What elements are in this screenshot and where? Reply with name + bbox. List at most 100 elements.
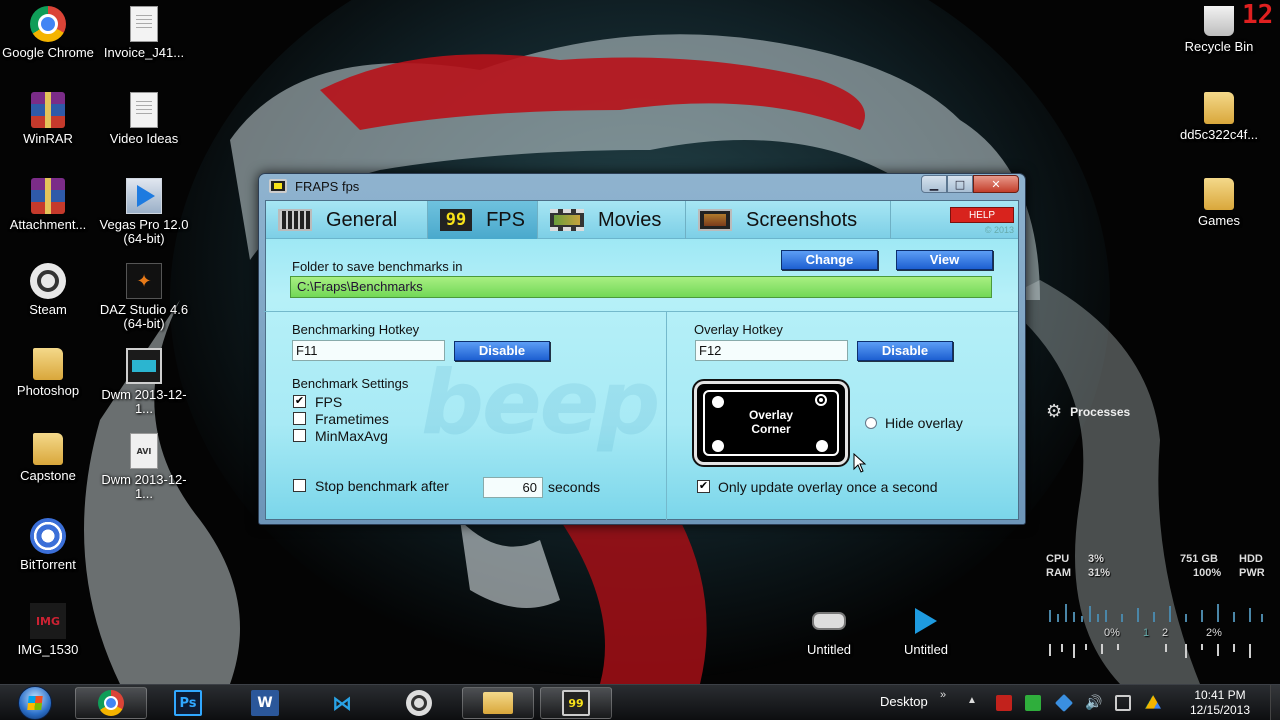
desktop-icon-dwm-1[interactable]: Dwm 2013-12-1... — [96, 348, 192, 416]
hide-overlay-radio[interactable] — [865, 417, 877, 429]
taskbar-photoshop[interactable]: Ps — [152, 687, 224, 719]
clock-time: 10:41 PM — [1194, 688, 1246, 702]
daz-icon: ✦ — [126, 263, 162, 299]
red-tray-icon[interactable] — [996, 695, 1012, 711]
update-overlay-checkbox[interactable]: ✔ — [697, 480, 710, 493]
network-icon[interactable] — [1115, 695, 1131, 711]
desktop-icon-games[interactable]: Games — [1171, 178, 1267, 228]
desktop-icon-label: Untitled — [903, 642, 949, 657]
stop-benchmark-seconds-field[interactable]: 60 — [483, 477, 543, 498]
cpu-label: CPU — [1046, 553, 1070, 565]
overlay-corner-bottom-right[interactable] — [816, 440, 828, 452]
desktop-icon-bittorrent[interactable]: BitTorrent — [0, 518, 96, 572]
desktop-icon-label: DAZ Studio 4.6 (64-bit) — [99, 302, 189, 331]
google-drive-icon[interactable] — [1145, 695, 1161, 709]
desktop-icon-vegas-pro[interactable]: Vegas Pro 12.0 (64-bit) — [96, 178, 192, 246]
desktop-icon-dwm-2[interactable]: AVI Dwm 2013-12-1... — [96, 433, 192, 501]
minmaxavg-checkbox[interactable] — [293, 429, 306, 442]
desktop-icon-untitled-1[interactable]: Untitled — [781, 603, 877, 657]
taskbar-explorer[interactable] — [462, 687, 534, 719]
ram-value: 31% — [1088, 567, 1111, 579]
show-desktop-button[interactable] — [1270, 685, 1280, 720]
video-icon — [126, 348, 162, 384]
overlay-hotkey-label: Overlay Hotkey — [694, 322, 783, 337]
desktop-icon-steam[interactable]: Steam — [0, 263, 96, 317]
dropbox-icon[interactable] — [1054, 693, 1074, 713]
document-icon — [130, 92, 158, 128]
volume-icon[interactable]: 🔊 — [1085, 695, 1102, 711]
green-tray-icon[interactable] — [1025, 695, 1041, 711]
processes-label: Processes — [1070, 404, 1131, 419]
desktop-icon-label: Dwm 2013-12-1... — [101, 472, 187, 501]
gear-icon: ⚙ — [1046, 401, 1063, 422]
desktop-icon-google-chrome[interactable]: Google Chrome — [0, 6, 96, 60]
chevron-icon[interactable]: » — [940, 689, 946, 701]
frametimes-checkbox[interactable] — [293, 412, 306, 425]
benchmark-hotkey-field[interactable]: F11 — [292, 340, 445, 361]
help-button[interactable]: HELP — [950, 207, 1014, 223]
desktop-toolbar-label[interactable]: Desktop — [880, 694, 928, 709]
fps-checkbox[interactable]: ✔ — [293, 395, 306, 408]
steam-icon — [406, 690, 432, 716]
untitled-icon — [811, 603, 847, 639]
desktop-icon-capstone[interactable]: Capstone — [0, 433, 96, 483]
desktop-icon-winrar[interactable]: WinRAR — [0, 92, 96, 146]
overlay-hotkey-field[interactable]: F12 — [695, 340, 848, 361]
desktop-icon-invoice[interactable]: Invoice_J41... — [96, 6, 192, 60]
taskbar-visual-studio[interactable]: ⋈ — [306, 687, 378, 719]
desktop-icon-attachment[interactable]: Attachment... — [0, 178, 96, 232]
desktop-icon-recycle-bin[interactable]: Recycle Bin — [1171, 6, 1267, 54]
taskbar-fraps[interactable]: 99 — [540, 687, 612, 719]
pwr-label: PWR — [1239, 567, 1265, 579]
desktop-icon-untitled-2[interactable]: Untitled — [878, 603, 974, 657]
fps-checkbox-label: FPS — [315, 394, 343, 410]
desktop-icon-dd5c322c4f[interactable]: dd5c322c4f... — [1171, 92, 1267, 142]
benchmark-settings-label: Benchmark Settings — [292, 376, 409, 391]
taskbar-chrome[interactable] — [75, 687, 147, 719]
change-folder-button[interactable]: Change — [781, 250, 878, 270]
tab-label: FPS — [486, 208, 525, 231]
network-graph — [1049, 604, 1263, 658]
desktop-icon-photoshop[interactable]: Photoshop — [0, 348, 96, 398]
taskbar-clock[interactable]: 10:41 PM 12/15/2013 — [1172, 688, 1268, 718]
taskbar-steam[interactable] — [383, 687, 455, 719]
desktop-icon-daz-studio[interactable]: ✦ DAZ Studio 4.6 (64-bit) — [96, 263, 192, 331]
desktop-icon-label: Attachment... — [9, 217, 87, 232]
frametimes-checkbox-label: Frametimes — [315, 411, 389, 427]
folder-icon — [33, 433, 63, 465]
taskbar-word[interactable]: W — [229, 687, 301, 719]
overlay-hotkey-disable-button[interactable]: Disable — [857, 341, 953, 361]
minimize-button[interactable]: ▁ — [921, 175, 947, 193]
tab-movies[interactable]: Movies — [538, 201, 686, 239]
fraps-watermark: beep — [421, 351, 660, 454]
view-folder-button[interactable]: View — [896, 250, 993, 270]
overlay-corner-bottom-left[interactable] — [712, 440, 724, 452]
overlay-corner-text: Overlay Corner — [697, 408, 845, 436]
tab-general[interactable]: General — [266, 201, 428, 239]
start-button[interactable] — [8, 686, 64, 720]
tab-fps[interactable]: 99 FPS — [428, 201, 538, 239]
processes-widget[interactable]: ⚙ Processes — [1046, 401, 1130, 422]
overlay-corner-line-2: Corner — [751, 422, 791, 436]
overlay-corner-selector[interactable]: Overlay Corner — [694, 381, 848, 465]
benchmark-folder-field[interactable]: C:\Fraps\Benchmarks — [290, 276, 992, 298]
benchmark-hotkey-disable-button[interactable]: Disable — [454, 341, 550, 361]
overlay-corner-top-left[interactable] — [712, 396, 724, 408]
desktop-icon-img-1530[interactable]: IMG IMG_1530 — [0, 603, 96, 657]
show-hidden-icons-icon[interactable]: ▲ — [967, 695, 977, 706]
close-button[interactable]: ✕ — [973, 175, 1019, 193]
desktop-icon-label: Invoice_J41... — [103, 45, 185, 60]
overlay-corner-top-right[interactable] — [815, 394, 827, 406]
desktop-icon-label: Google Chrome — [2, 45, 94, 60]
window-title-bar[interactable]: FRAPS fps — [259, 174, 1025, 198]
photoshop-icon: Ps — [174, 690, 202, 716]
desktop-icon-video-ideas[interactable]: Video Ideas — [96, 92, 192, 146]
maximize-button[interactable]: □ — [947, 175, 973, 193]
bittorrent-icon — [30, 518, 66, 554]
visual-studio-icon: ⋈ — [332, 691, 352, 715]
stop-benchmark-checkbox[interactable] — [293, 479, 306, 492]
desktop-icon-label: Photoshop — [16, 383, 80, 398]
desktop-icon-label: Games — [1198, 213, 1240, 228]
tab-screenshots[interactable]: Screenshots — [686, 201, 891, 239]
cpu-value: 3% — [1088, 553, 1104, 565]
